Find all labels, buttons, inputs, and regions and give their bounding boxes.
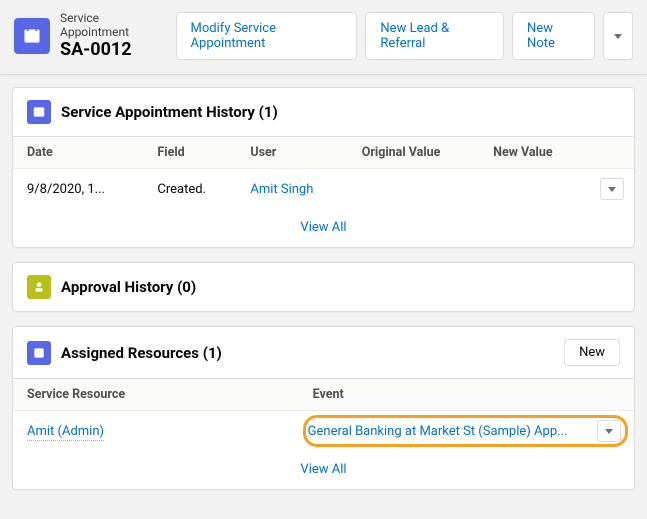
cell-new-value bbox=[479, 169, 586, 210]
service-resource-link[interactable]: Amit (Admin) bbox=[27, 424, 104, 441]
cell-user-link[interactable]: Amit Singh bbox=[236, 169, 347, 210]
history-table: Date Field User Original Value New Value… bbox=[13, 136, 634, 210]
related-lists: Service Appointment History (1) Date Fie… bbox=[0, 75, 647, 502]
event-highlight: General Banking at Market St (Sample) Ap… bbox=[303, 415, 628, 447]
view-all-assigned: View All bbox=[13, 452, 634, 489]
assigned-resources-card: Assigned Resources (1) New Service Resou… bbox=[12, 326, 635, 490]
col-original-value: Original Value bbox=[348, 137, 479, 169]
table-row: 9/8/2020, 1... Created. Amit Singh bbox=[13, 169, 634, 210]
chevron-down-icon bbox=[614, 34, 622, 39]
assigned-resources-table: Service Resource Event Amit (Admin) Gene… bbox=[13, 378, 634, 452]
new-note-button[interactable]: New Note bbox=[512, 12, 595, 60]
col-actions bbox=[586, 137, 634, 169]
col-service-resource: Service Resource bbox=[13, 379, 299, 411]
header-actions: Modify Service Appointment New Lead & Re… bbox=[176, 12, 633, 60]
cell-original-value bbox=[348, 169, 479, 210]
row-action-menu[interactable] bbox=[600, 178, 624, 200]
card-title: Service Appointment History (1) bbox=[61, 103, 278, 121]
page-header: Service Appointment SA-0012 Modify Servi… bbox=[0, 0, 647, 75]
approval-icon bbox=[27, 275, 51, 299]
event-link[interactable]: General Banking at Market St (Sample) Ap… bbox=[308, 424, 589, 439]
col-user: User bbox=[236, 137, 347, 169]
col-new-value: New Value bbox=[479, 137, 586, 169]
object-label: Service Appointment bbox=[60, 12, 166, 40]
view-all-link[interactable]: View All bbox=[300, 220, 346, 235]
col-date: Date bbox=[13, 137, 143, 169]
card-header: Approval History (0) bbox=[13, 263, 634, 311]
history-icon bbox=[27, 100, 51, 124]
table-row: Amit (Admin) General Banking at Market S… bbox=[13, 411, 634, 452]
service-appointment-history-card: Service Appointment History (1) Date Fie… bbox=[12, 87, 635, 248]
title-block: Service Appointment SA-0012 bbox=[60, 12, 166, 60]
col-field: Field bbox=[143, 137, 236, 169]
card-header: Assigned Resources (1) New bbox=[13, 327, 634, 378]
chevron-down-icon bbox=[608, 187, 616, 192]
view-all-history: View All bbox=[13, 210, 634, 247]
modify-service-appointment-button[interactable]: Modify Service Appointment bbox=[176, 12, 358, 60]
more-actions-button[interactable] bbox=[603, 12, 633, 60]
card-title: Approval History (0) bbox=[61, 278, 196, 296]
chevron-down-icon bbox=[605, 429, 613, 434]
row-action-menu[interactable] bbox=[597, 420, 621, 442]
assigned-resources-icon bbox=[27, 341, 51, 365]
service-appointment-icon bbox=[14, 18, 50, 54]
view-all-link[interactable]: View All bbox=[300, 462, 346, 477]
cell-service-resource: Amit (Admin) bbox=[13, 411, 299, 452]
col-event: Event bbox=[299, 379, 634, 411]
new-lead-referral-button[interactable]: New Lead & Referral bbox=[365, 12, 504, 60]
cell-field: Created. bbox=[143, 169, 236, 210]
record-name: SA-0012 bbox=[60, 40, 166, 61]
card-title: Assigned Resources (1) bbox=[61, 344, 222, 362]
cell-date: 9/8/2020, 1... bbox=[13, 169, 143, 210]
card-header: Service Appointment History (1) bbox=[13, 88, 634, 136]
approval-history-card: Approval History (0) bbox=[12, 262, 635, 312]
new-assigned-resource-button[interactable]: New bbox=[564, 339, 620, 366]
